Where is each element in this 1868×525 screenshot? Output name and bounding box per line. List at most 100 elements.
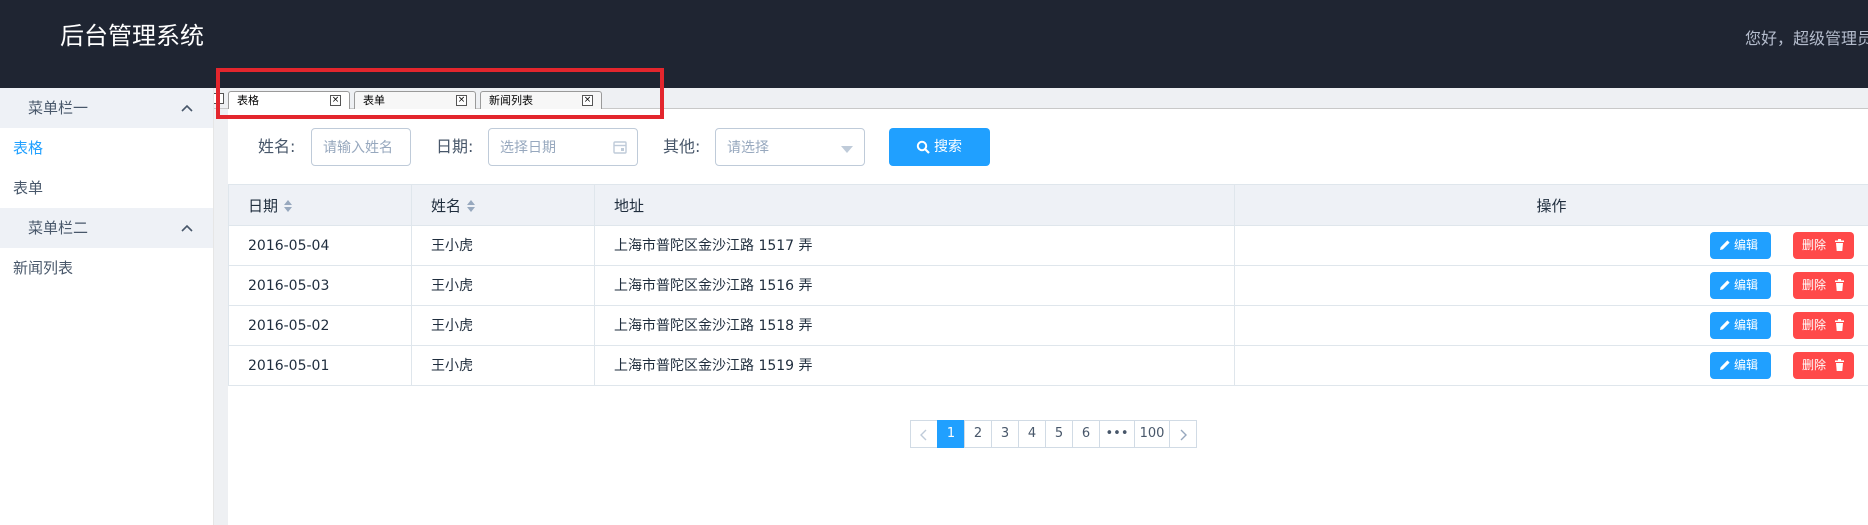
cell-date: 2016-05-02 [228, 306, 412, 345]
sort-icon[interactable] [466, 199, 476, 213]
delete-button[interactable]: 删除 [1793, 312, 1854, 339]
trash-icon [1835, 279, 1844, 291]
edit-button[interactable]: 编辑 [1710, 312, 1771, 339]
delete-button[interactable]: 删除 [1793, 232, 1854, 259]
page-button[interactable]: 4 [1018, 420, 1046, 448]
page-ellipsis[interactable]: ••• [1099, 420, 1135, 448]
tab-table[interactable]: 表格 × [228, 91, 350, 109]
cell-address: 上海市普陀区金沙江路 1518 弄 [595, 306, 1235, 345]
other-select[interactable]: 请选择 [715, 128, 865, 166]
cell-date: 2016-05-04 [228, 226, 412, 265]
delete-button-label: 删除 [1802, 278, 1827, 292]
tab-label: 新闻列表 [489, 94, 533, 107]
edit-button-label: 编辑 [1734, 238, 1759, 252]
column-header-label: 地址 [614, 197, 645, 215]
tab-news-list[interactable]: 新闻列表 × [480, 91, 602, 109]
delete-button-label: 删除 [1802, 358, 1827, 372]
chevron-left-icon [920, 429, 927, 441]
page-button[interactable]: 2 [964, 420, 992, 448]
sidebar-group-label: 菜单栏一 [28, 99, 89, 117]
sidebar-group-label: 菜单栏二 [28, 219, 89, 237]
calendar-icon [613, 141, 627, 154]
delete-button[interactable]: 删除 [1793, 272, 1854, 299]
cell-name: 王小虎 [412, 306, 595, 345]
tab-scroll-stub[interactable] [214, 93, 224, 104]
cell-address-text: 上海市普陀区金沙江路 1519 弄 [614, 358, 813, 374]
cell-date-text: 2016-05-01 [248, 358, 330, 374]
column-header-date[interactable]: 日期 [228, 185, 412, 225]
table-row: 2016-05-02 王小虎 上海市普陀区金沙江路 1518 弄 编辑 删除 [228, 306, 1868, 346]
cell-date: 2016-05-01 [228, 346, 412, 385]
trash-icon [1835, 359, 1844, 371]
close-icon[interactable]: × [330, 95, 341, 106]
page-list: 1 2 3 4 5 6 ••• 100 [937, 420, 1170, 448]
cell-name-text: 王小虎 [431, 318, 473, 334]
sidebar-item-table[interactable]: 表格 [0, 128, 213, 168]
page-button[interactable]: 3 [991, 420, 1019, 448]
prev-page-button[interactable] [910, 420, 938, 448]
cell-date-text: 2016-05-03 [248, 278, 330, 294]
page-button[interactable]: 100 [1134, 420, 1170, 448]
cell-address-text: 上海市普陀区金沙江路 1516 弄 [614, 278, 813, 294]
name-placeholder: 请输入姓名 [323, 140, 393, 156]
tab-label: 表格 [237, 94, 259, 107]
table-row: 2016-05-01 王小虎 上海市普陀区金沙江路 1519 弄 编辑 删除 [228, 346, 1868, 386]
sidebar-item-form[interactable]: 表单 [0, 168, 213, 208]
cell-date-text: 2016-05-02 [248, 318, 330, 334]
edit-button[interactable]: 编辑 [1710, 352, 1771, 379]
date-placeholder: 选择日期 [500, 140, 556, 156]
cell-name-text: 王小虎 [431, 278, 473, 294]
content-gutter [214, 88, 228, 525]
other-label: 其他: [663, 137, 701, 156]
next-page-button[interactable] [1169, 420, 1197, 448]
cell-address: 上海市普陀区金沙江路 1516 弄 [595, 266, 1235, 305]
cell-address-text: 上海市普陀区金沙江路 1517 弄 [614, 238, 813, 254]
cell-actions [1235, 266, 1868, 305]
sort-icon[interactable] [283, 199, 293, 213]
column-header-name[interactable]: 姓名 [412, 185, 595, 225]
table-row: 2016-05-03 王小虎 上海市普陀区金沙江路 1516 弄 编辑 删除 [228, 266, 1868, 306]
table-body: 2016-05-04 王小虎 上海市普陀区金沙江路 1517 弄编辑 删除 2016-0… [228, 226, 1868, 386]
delete-button-label: 删除 [1802, 238, 1827, 252]
chevron-right-icon [1180, 429, 1187, 441]
name-input[interactable]: 请输入姓名 [311, 128, 411, 166]
data-table: 日期 姓名 地址 操作 2016-05-04 王小虎 上海市普陀区金沙江路 1517… [228, 184, 1868, 386]
cell-address: 上海市普陀区金沙江路 1519 弄 [595, 346, 1235, 385]
page-button[interactable]: 1 [937, 420, 965, 448]
close-icon[interactable]: × [456, 95, 467, 106]
table-header-row: 日期 姓名 地址 操作 [228, 184, 1868, 226]
cell-actions [1235, 226, 1868, 265]
page-button[interactable]: 5 [1045, 420, 1073, 448]
other-placeholder: 请选择 [727, 140, 769, 156]
sidebar-item-label: 表单 [13, 179, 44, 197]
sidebar-item-label: 新闻列表 [13, 259, 74, 277]
sidebar-item-news-list[interactable]: 新闻列表 [0, 248, 213, 288]
pencil-icon [1720, 240, 1730, 250]
column-header-actions: 操作 [1235, 185, 1868, 225]
column-header-label: 操作 [1536, 197, 1567, 215]
cell-date: 2016-05-03 [228, 266, 412, 305]
user-greeting[interactable]: 您好，超级管理员 [1745, 27, 1868, 51]
edit-button-label: 编辑 [1734, 318, 1759, 332]
pencil-icon [1720, 320, 1730, 330]
close-icon[interactable]: × [582, 95, 593, 106]
trash-icon [1835, 319, 1844, 331]
sidebar-group-menu-2[interactable]: 菜单栏二 [0, 208, 213, 248]
edit-button[interactable]: 编辑 [1710, 272, 1771, 299]
edit-button-label: 编辑 [1734, 278, 1759, 292]
cell-address-text: 上海市普陀区金沙江路 1518 弄 [614, 318, 813, 334]
chevron-up-icon [181, 224, 193, 232]
sidebar-group-menu-1[interactable]: 菜单栏一 [0, 88, 213, 128]
delete-button-label: 删除 [1802, 318, 1827, 332]
cell-name: 王小虎 [412, 226, 595, 265]
search-button[interactable]: 搜索 [889, 128, 990, 166]
app-title: 后台管理系统 [60, 22, 204, 50]
tab-form[interactable]: 表单 × [354, 91, 476, 109]
page-button[interactable]: 6 [1072, 420, 1100, 448]
date-label: 日期: [436, 137, 474, 156]
delete-button[interactable]: 删除 [1793, 352, 1854, 379]
edit-button[interactable]: 编辑 [1710, 232, 1771, 259]
date-picker[interactable]: 选择日期 [488, 128, 638, 166]
name-label: 姓名: [258, 137, 296, 156]
edit-button-label: 编辑 [1734, 358, 1759, 372]
